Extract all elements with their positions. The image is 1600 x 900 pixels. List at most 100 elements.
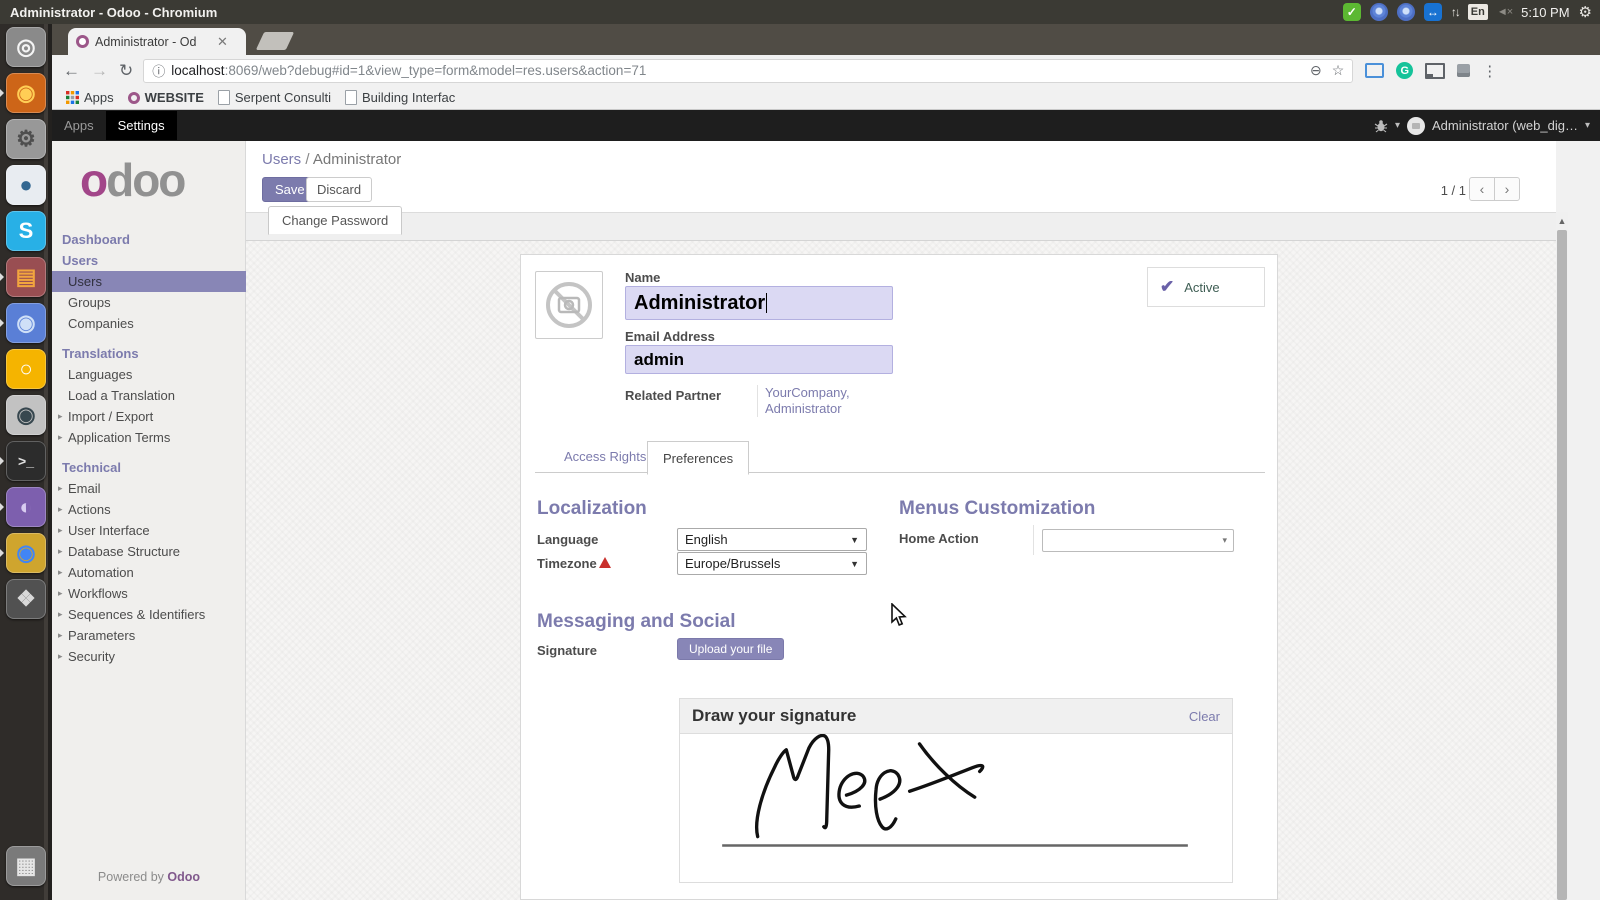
change-password-button[interactable]: Change Password [268,206,402,235]
keyboard-layout-indicator[interactable]: En [1468,4,1488,20]
pager-next-button[interactable]: › [1494,177,1520,201]
muted-speaker-icon[interactable]: ◄× [1497,3,1512,21]
trash-icon[interactable]: ▦ [6,846,46,886]
file-cabinet-icon[interactable]: ▤ [6,257,46,297]
sidebar-item-user-interface[interactable]: ▸User Interface [52,520,246,541]
page-info-icon[interactable]: ⓘ [152,61,165,80]
cast-extension-icon[interactable] [1425,63,1445,79]
sidebar-section-translations[interactable]: Translations [52,343,246,364]
postgresql-icon[interactable]: ● [6,165,46,205]
user-menu[interactable]: Administrator (web_dig… [1432,118,1578,133]
email-input[interactable]: admin [625,345,893,374]
sidebar-item-companies[interactable]: Companies [52,313,246,334]
system-settings-icon[interactable]: ⚙ [6,119,46,159]
scrollbar[interactable]: ▲ [1556,212,1568,900]
sidebar-item-users[interactable]: Users [52,271,246,292]
camera-app-icon[interactable]: ◉ [6,395,46,435]
bookmark-star-icon[interactable]: ☆ [1332,62,1345,79]
bookmark-website[interactable]: WEBSITE [128,90,204,105]
signature-drawing [680,734,1232,882]
running-indicator [0,272,4,282]
sidebar-item-actions[interactable]: ▸Actions [52,499,246,520]
url-text[interactable]: localhost:8069/web?debug#id=1&view_type=… [171,63,1300,78]
zoom-out-icon[interactable]: ⊖ [1310,62,1322,79]
signature-canvas[interactable] [680,734,1232,882]
sidebar-item-groups[interactable]: Groups [52,292,246,313]
screenshot-extension-icon[interactable] [1365,63,1384,78]
back-icon[interactable]: ← [63,61,80,81]
checkmark-icon[interactable]: ✔ [1160,277,1174,297]
sidebar-item-security[interactable]: ▸Security [52,646,246,667]
firefox-icon[interactable]: ◉ [6,73,46,113]
clock[interactable]: 5:10 PM [1521,5,1569,20]
pager-prev-button[interactable]: ‹ [1469,177,1495,201]
bookmark-building[interactable]: Building Interfac [345,90,455,105]
new-tab-button[interactable] [256,32,294,50]
chromium-icon[interactable]: ◉ [6,303,46,343]
ubuntu-launcher-icon[interactable]: ◎ [6,27,46,67]
sidebar-item-database-structure[interactable]: ▸Database Structure [52,541,246,562]
running-indicator [0,502,4,512]
reload-icon[interactable]: ↻ [119,61,133,81]
language-select[interactable]: English▼ [677,528,867,551]
bookmark-serpent[interactable]: Serpent Consulti [218,90,331,105]
form-header: Users / Administrator Save Discard 1 / 1… [246,141,1556,212]
eclipse-glyph: ◐ [19,496,32,518]
network-arrows-icon[interactable]: ↑↓ [1451,3,1459,21]
chrome-icon[interactable]: ◉ [6,533,46,573]
user-avatar[interactable] [1407,117,1425,135]
nav-settings[interactable]: Settings [106,111,177,140]
tab-access-rights[interactable]: Access Rights [550,449,660,464]
bookmark-apps[interactable]: Apps [66,90,114,105]
clear-signature-link[interactable]: Clear [1189,709,1220,724]
upload-file-button[interactable]: Upload your file [677,638,784,660]
user-menu-caret-icon[interactable]: ▾ [1585,120,1590,131]
active-checkbox-group[interactable]: ✔ Active [1147,267,1265,307]
sidebar-item-load-a-translation[interactable]: Load a Translation [52,385,246,406]
scrollbar-thumb[interactable] [1557,230,1567,900]
home-action-combobox[interactable]: ▾ [1042,529,1234,552]
sidebar-item-workflows[interactable]: ▸Workflows [52,583,246,604]
sidebar-section-technical[interactable]: Technical [52,457,246,478]
sidebar-item-languages[interactable]: Languages [52,364,246,385]
odoo-brand-link[interactable]: Odoo [167,870,200,884]
breadcrumb-users-link[interactable]: Users [262,151,301,168]
forward-icon[interactable]: → [91,61,108,81]
eclipse-icon[interactable]: ◐ [6,487,46,527]
skype-icon[interactable]: S [6,211,46,251]
nav-apps[interactable]: Apps [52,118,106,133]
tab-preferences[interactable]: Preferences [647,441,749,475]
running-indicator [0,88,4,98]
terminal-icon[interactable]: >_ [6,441,46,481]
chromium-tray-icon[interactable] [1370,3,1388,21]
tab-close-icon[interactable]: ✕ [217,34,228,50]
chromium-tray-icon-2[interactable] [1397,3,1415,21]
url-bar[interactable]: ⓘ localhost:8069/web?debug#id=1&view_typ… [143,59,1353,83]
name-input[interactable]: Administrator [625,286,893,320]
status-online-icon[interactable]: ✓ [1343,3,1361,21]
sidebar-item-application-terms[interactable]: ▸Application Terms [52,427,246,448]
browser-menu-icon[interactable]: ⋮ [1482,62,1497,80]
workspace-switcher-icon[interactable]: ❖ [6,579,46,619]
user-image-placeholder[interactable] [535,271,603,339]
related-partner-link[interactable]: YourCompany, Administrator [757,385,895,417]
sidebar-section-dashboard[interactable]: Dashboard [52,229,246,250]
sidebar-item-import-export[interactable]: ▸Import / Export [52,406,246,427]
timezone-select[interactable]: Europe/Brussels▼ [677,552,867,575]
browser-tab[interactable]: Administrator - Od ✕ [68,28,246,55]
sidebar-label: Automation [68,565,134,580]
scrollbar-up-icon[interactable]: ▲ [1556,216,1568,226]
extension-cube-icon[interactable] [1457,64,1470,77]
sidebar-section-users[interactable]: Users [52,250,246,271]
google-keep-icon[interactable]: ○ [6,349,46,389]
grammarly-extension-icon[interactable]: G [1396,62,1413,79]
sidebar-item-sequences-identifiers[interactable]: ▸Sequences & Identifiers [52,604,246,625]
debug-bug-icon[interactable] [1374,119,1388,133]
sidebar-item-automation[interactable]: ▸Automation [52,562,246,583]
discard-button[interactable]: Discard [306,177,372,202]
session-gear-icon[interactable]: ⚙ [1579,3,1592,21]
debug-caret-icon[interactable]: ▾ [1395,120,1400,131]
sidebar-item-email[interactable]: ▸Email [52,478,246,499]
teamviewer-icon[interactable]: ↔ [1424,3,1442,21]
sidebar-item-parameters[interactable]: ▸Parameters [52,625,246,646]
